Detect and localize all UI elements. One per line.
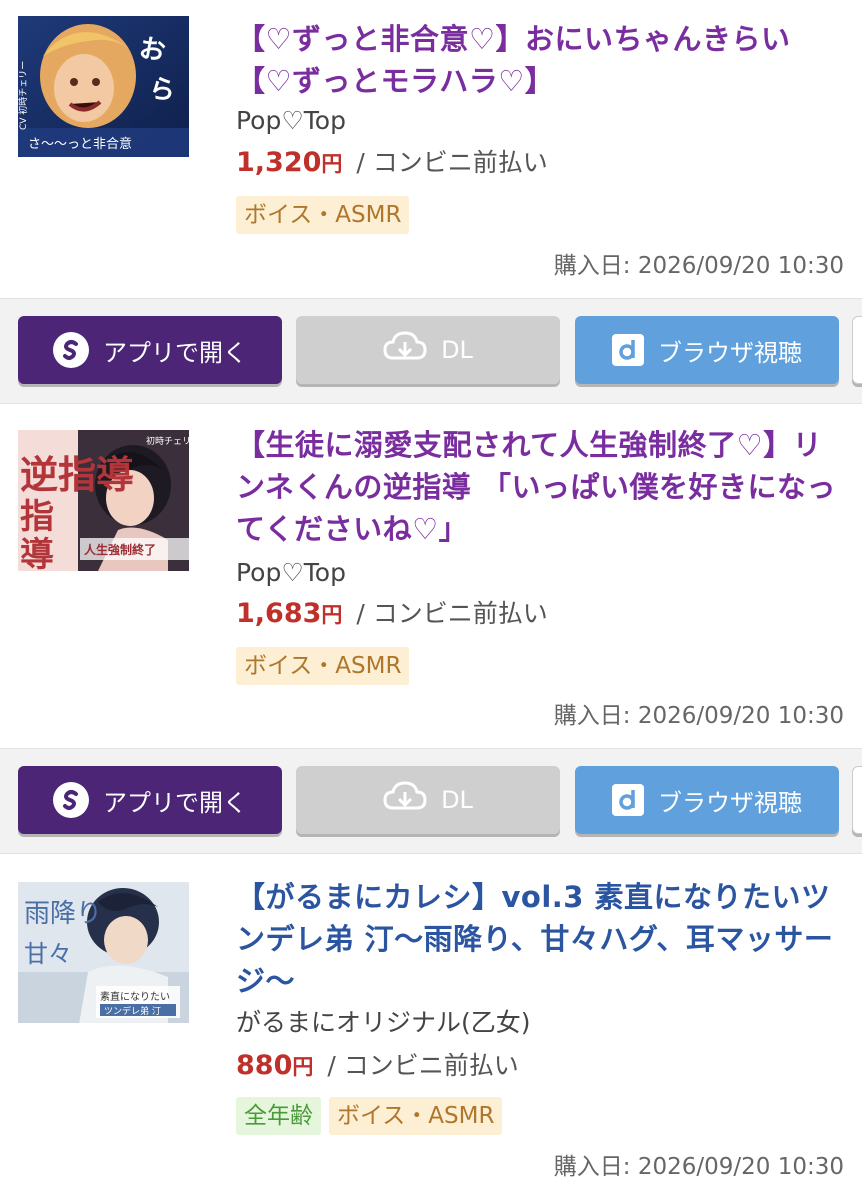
purchase-date: 購入日: 2026/09/20 10:30 [553, 703, 844, 729]
open-in-app-button[interactable]: アプリで開く [18, 766, 282, 834]
more-button[interactable] [852, 766, 862, 834]
svg-text:ツンデレ弟 汀: ツンデレ弟 汀 [104, 1005, 161, 1017]
price-value: 1,683 [236, 598, 322, 629]
genre-tag[interactable]: ボイス・ASMR [236, 196, 410, 234]
genre-tag[interactable]: ボイス・ASMR [236, 647, 410, 685]
purchase-item: 雨降り 甘々 素直になりたい ツンデレ弟 汀 【がるまにカレシ】vol.3 素直… [0, 854, 862, 1199]
browser-view-label: ブラウザ視聴 [658, 338, 802, 367]
s-logo-icon [53, 782, 89, 818]
purchase-item: さ〜〜っと非合意 お ら CV 初時チェリー 【♡ずっと非合意♡】おにいちゃんき… [0, 0, 862, 298]
product-title[interactable]: 【♡ずっと非合意♡】おにいちゃんきらい【♡ずっとモラハラ♡】 [236, 18, 846, 102]
svg-text:甘々: 甘々 [24, 940, 72, 968]
product-thumbnail[interactable]: 逆指導 指 導 人生強制終了 初時チェリー [18, 430, 189, 571]
browser-view-button[interactable]: ブラウザ視聴 [575, 316, 839, 384]
price-value: 1,320 [236, 147, 322, 178]
svg-text:初時チェリー: 初時チェリー [146, 435, 189, 447]
s-logo-icon [53, 332, 89, 368]
d-logo-icon [612, 784, 644, 816]
more-button[interactable] [852, 316, 862, 384]
browser-view-button[interactable]: ブラウザ視聴 [575, 766, 839, 834]
price-currency: 円 [292, 1055, 314, 1079]
price-row: 1,683円 / コンビニ前払い [236, 596, 548, 633]
price-row: 1,320円 / コンビニ前払い [236, 145, 548, 182]
cloud-download-icon [383, 780, 427, 820]
tag-list: ボイス・ASMR [236, 647, 410, 685]
d-logo-icon [612, 334, 644, 366]
browser-view-label: ブラウザ視聴 [658, 788, 802, 817]
payment-method: / コンビニ前払い [327, 1051, 519, 1080]
payment-method: / コンビニ前払い [356, 599, 548, 628]
action-bar: アプリで開く DL ブラウザ視聴 [0, 748, 862, 854]
svg-text:雨降り: 雨降り [24, 899, 102, 929]
download-button[interactable]: DL [296, 766, 560, 834]
svg-text:逆指導: 逆指導 [20, 452, 134, 497]
maker-name[interactable]: Pop♡Top [236, 104, 346, 138]
svg-text:指: 指 [20, 497, 54, 537]
cloud-download-icon [383, 330, 427, 370]
tag-list: 全年齢 ボイス・ASMR [236, 1097, 503, 1135]
product-title[interactable]: 【がるまにカレシ】vol.3 素直になりたいツンデレ弟 汀〜雨降り、甘々ハグ、耳… [236, 876, 846, 1002]
purchase-date: 購入日: 2026/09/20 10:30 [553, 253, 844, 279]
product-title[interactable]: 【生徒に溺愛支配されて人生強制終了♡】リンネくんの逆指導 「いっぱい僕を好きにな… [236, 424, 846, 550]
genre-tag[interactable]: ボイス・ASMR [329, 1097, 503, 1135]
price-row: 880円 / コンビニ前払い [236, 1048, 519, 1085]
price-value: 880 [236, 1050, 293, 1081]
svg-text:導: 導 [20, 535, 54, 571]
svg-text:CV 初時チェリー: CV 初時チェリー [18, 61, 29, 130]
open-in-app-label: アプリで開く [103, 788, 247, 817]
svg-text:お: お [137, 33, 168, 67]
product-thumbnail[interactable]: 雨降り 甘々 素直になりたい ツンデレ弟 汀 [18, 882, 189, 1023]
download-button[interactable]: DL [296, 316, 560, 384]
purchase-date: 購入日: 2026/09/20 10:30 [553, 1154, 844, 1180]
price-currency: 円 [321, 152, 343, 176]
purchase-item: 逆指導 指 導 人生強制終了 初時チェリー 【生徒に溺愛支配されて人生強制終了♡… [0, 404, 862, 748]
price-currency: 円 [321, 603, 343, 627]
svg-text:人生強制終了: 人生強制終了 [84, 542, 156, 557]
maker-name[interactable]: Pop♡Top [236, 556, 346, 590]
svg-text:素直になりたい: 素直になりたい [100, 990, 170, 1003]
open-in-app-label: アプリで開く [103, 338, 247, 367]
product-thumbnail[interactable]: さ〜〜っと非合意 お ら CV 初時チェリー [18, 16, 189, 157]
maker-name[interactable]: がるまにオリジナル(乙女) [236, 1006, 531, 1040]
thumb-caption: さ〜〜っと非合意 [28, 136, 132, 152]
svg-text:ら: ら [147, 73, 178, 107]
payment-method: / コンビニ前払い [356, 148, 548, 177]
download-label: DL [441, 336, 473, 364]
tag-list: ボイス・ASMR [236, 196, 410, 234]
age-rating-tag[interactable]: 全年齢 [236, 1097, 321, 1135]
action-bar: アプリで開く DL ブラウザ視聴 [0, 298, 862, 404]
open-in-app-button[interactable]: アプリで開く [18, 316, 282, 384]
download-label: DL [441, 786, 473, 814]
